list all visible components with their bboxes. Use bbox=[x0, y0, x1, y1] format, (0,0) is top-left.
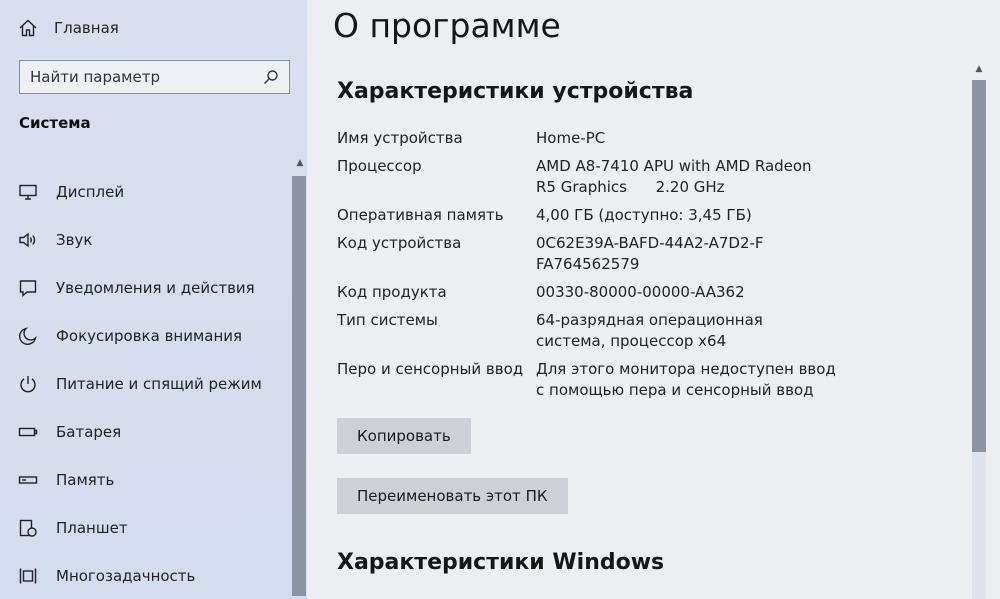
sidebar-home-label: Главная bbox=[54, 19, 119, 37]
device-specs-table: Имя устройства Home-PC Процессор AMD A8-… bbox=[337, 128, 967, 408]
spec-label: Код продукта bbox=[337, 283, 447, 301]
power-icon bbox=[20, 376, 36, 393]
spec-label: Имя устройства bbox=[337, 129, 463, 147]
moon-icon bbox=[18, 327, 37, 346]
spec-label: Код устройства bbox=[337, 234, 462, 252]
windows-specs-heading: Характеристики Windows bbox=[337, 550, 665, 575]
sidebar-item-storage[interactable]: Память bbox=[18, 456, 288, 504]
spec-row: Код продукта 00330-80000-00000-AA362 bbox=[337, 282, 967, 303]
spec-value: 0C62E39A-BAFD-44A2-A7D2-FFA764562579 bbox=[536, 234, 764, 273]
spec-value: 64-разрядная операционная система, проце… bbox=[536, 311, 763, 350]
sidebar-item-label: Батарея bbox=[56, 423, 122, 441]
battery-icon bbox=[18, 427, 38, 437]
spec-value: AMD A8-7410 APU with AMD Radeon R5 Graph… bbox=[536, 157, 817, 196]
home-icon bbox=[19, 19, 37, 37]
spec-row: Перо и сенсорный ввод Для этого монитора… bbox=[337, 359, 967, 401]
sidebar-item-focus-assist[interactable]: Фокусировка внимания bbox=[18, 312, 288, 360]
sidebar-item-notifications[interactable]: Уведомления и действия bbox=[18, 264, 288, 312]
spec-label: Оперативная память bbox=[337, 206, 504, 224]
sidebar-scroll-up-arrow[interactable]: ▲ bbox=[294, 158, 306, 170]
spec-row: Имя устройства Home-PC bbox=[337, 128, 967, 149]
storage-icon bbox=[18, 476, 38, 484]
copy-button[interactable]: Копировать bbox=[337, 418, 471, 454]
speaker-icon bbox=[19, 232, 36, 248]
spec-label: Процессор bbox=[337, 157, 422, 175]
sidebar-item-label: Планшет bbox=[56, 519, 128, 537]
spec-row: Процессор AMD A8-7410 APU with AMD Radeo… bbox=[337, 156, 967, 198]
rename-pc-button[interactable]: Переименовать этот ПК bbox=[337, 478, 568, 514]
device-specs-heading: Характеристики устройства bbox=[337, 79, 694, 104]
main-content: О программе ▲ Характеристики устройства … bbox=[307, 0, 1000, 599]
monitor-icon bbox=[19, 184, 37, 200]
sidebar-item-label: Память bbox=[56, 471, 115, 489]
spec-label: Перо и сенсорный ввод bbox=[337, 360, 524, 378]
spec-label: Тип системы bbox=[337, 311, 438, 329]
settings-sidebar: Главная Система ▲ Дисплей Звук bbox=[0, 0, 307, 599]
main-scroll-up-arrow[interactable]: ▲ bbox=[973, 64, 985, 76]
sidebar-item-sound[interactable]: Звук bbox=[18, 216, 288, 264]
sidebar-item-label: Звук bbox=[56, 231, 93, 249]
page-title: О программе bbox=[333, 6, 561, 45]
search-box[interactable] bbox=[19, 60, 290, 94]
notification-icon bbox=[19, 280, 37, 298]
sidebar-item-battery[interactable]: Батарея bbox=[18, 408, 288, 456]
spec-value: 00330-80000-00000-AA362 bbox=[536, 283, 745, 301]
main-scrollbar-thumb[interactable] bbox=[972, 80, 986, 452]
sidebar-home[interactable]: Главная bbox=[18, 14, 119, 42]
multitasking-icon bbox=[19, 568, 37, 584]
sidebar-nav-list: Дисплей Звук Уведомления и действия Фоку… bbox=[18, 168, 288, 599]
search-input[interactable] bbox=[30, 68, 250, 86]
spec-row: Тип системы 64-разрядная операционная си… bbox=[337, 310, 967, 352]
sidebar-item-multitasking[interactable]: Многозадачность bbox=[18, 552, 288, 599]
sidebar-section-title: Система bbox=[19, 114, 91, 132]
spec-row: Оперативная память 4,00 ГБ (доступно: 3,… bbox=[337, 205, 967, 226]
spec-value: 4,00 ГБ (доступно: 3,45 ГБ) bbox=[536, 206, 752, 224]
sidebar-item-display[interactable]: Дисплей bbox=[18, 168, 288, 216]
sidebar-item-label: Питание и спящий режим bbox=[56, 375, 262, 393]
sidebar-item-label: Дисплей bbox=[56, 183, 125, 201]
sidebar-item-label: Фокусировка внимания bbox=[56, 327, 243, 345]
sidebar-item-power-sleep[interactable]: Питание и спящий режим bbox=[18, 360, 288, 408]
search-icon[interactable] bbox=[263, 69, 279, 85]
sidebar-item-label: Многозадачность bbox=[56, 567, 196, 585]
spec-value: Для этого монитора недоступен ввод с пом… bbox=[536, 360, 836, 399]
tablet-icon bbox=[19, 519, 37, 537]
spec-value: Home-PC bbox=[536, 129, 606, 147]
spec-row: Код устройства 0C62E39A-BAFD-44A2-A7D2-F… bbox=[337, 233, 967, 275]
sidebar-scrollbar[interactable] bbox=[292, 176, 306, 596]
sidebar-item-label: Уведомления и действия bbox=[56, 279, 255, 297]
sidebar-item-tablet[interactable]: Планшет bbox=[18, 504, 288, 552]
main-scrollbar-track[interactable] bbox=[972, 452, 986, 599]
